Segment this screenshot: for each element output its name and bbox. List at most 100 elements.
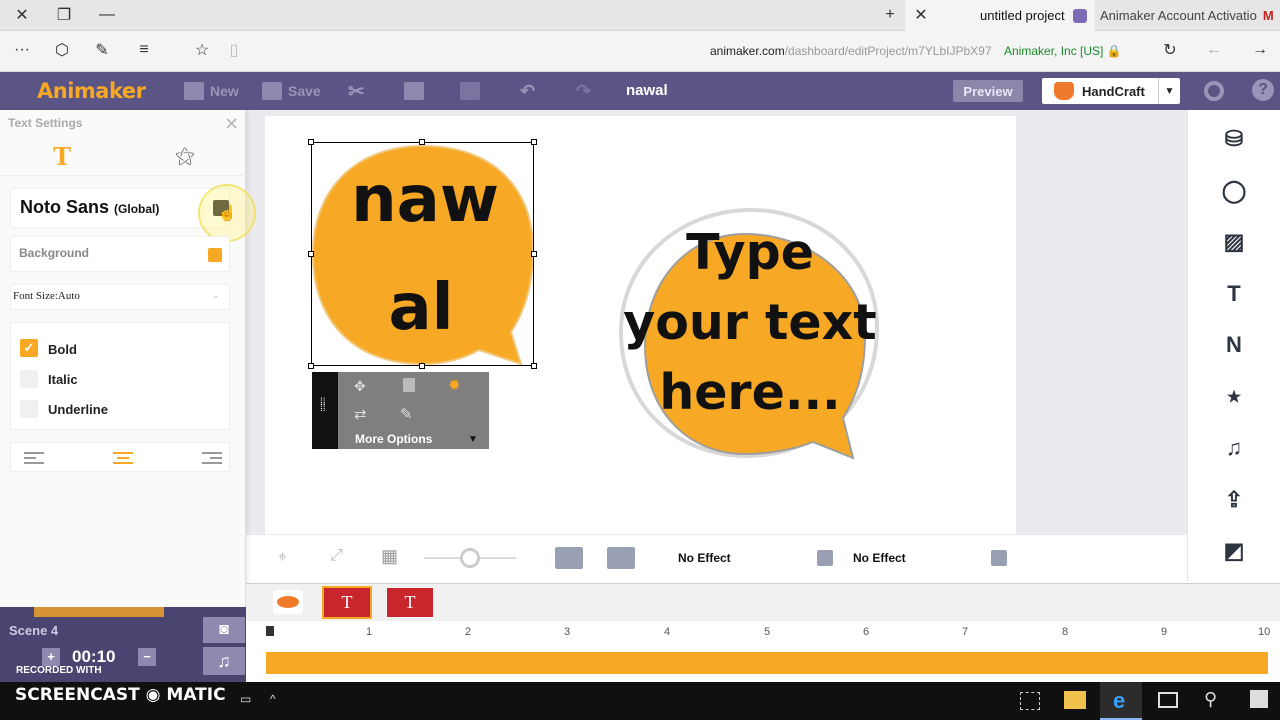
close-panel-icon[interactable]: ✕ — [224, 114, 239, 135]
more-icon[interactable]: ··· — [10, 39, 34, 61]
task-view-icon[interactable] — [1158, 692, 1178, 708]
copy-icon[interactable] — [404, 80, 424, 102]
transition-icon[interactable]: ◩ — [1222, 538, 1246, 563]
exit-effect-toggle-icon[interactable] — [991, 550, 1007, 566]
timeline-ruler[interactable] — [246, 622, 1280, 652]
close-tab-icon[interactable]: ✕ — [909, 4, 933, 26]
align-left-icon[interactable] — [24, 449, 44, 467]
mode-selector[interactable]: HandCraft ▼ — [1042, 78, 1180, 104]
exit-effect-label[interactable]: No Effect — [853, 551, 906, 565]
chevron-down-icon[interactable]: ▼ — [1158, 78, 1180, 104]
back-icon[interactable]: ← — [1202, 39, 1226, 61]
tray-chevron-icon[interactable]: ^ — [270, 692, 276, 706]
align-center-icon[interactable] — [113, 449, 133, 467]
more-options-button[interactable]: More Options — [355, 432, 432, 446]
swap-icon[interactable]: ⇄ — [354, 405, 367, 423]
settings-icon[interactable]: ✹ — [448, 376, 461, 394]
settings-gear-icon[interactable] — [1204, 81, 1224, 101]
annotate-icon[interactable]: ✎ — [90, 39, 114, 61]
resize-handle[interactable] — [308, 363, 314, 369]
resize-handle[interactable] — [419, 363, 425, 369]
save-button[interactable]: Save — [262, 80, 321, 102]
minimize-window-icon[interactable]: — — [95, 4, 119, 26]
more-options-arrow-icon[interactable]: ▼ — [468, 434, 478, 445]
tray-icon[interactable]: ▭ — [240, 692, 251, 706]
timeline-track-bar[interactable] — [266, 652, 1268, 674]
music-icon[interactable]: ♫ — [1222, 435, 1246, 460]
file-explorer-icon[interactable] — [1064, 691, 1086, 709]
resize-handle[interactable] — [419, 139, 425, 145]
undo-icon[interactable]: ↶ — [520, 80, 535, 102]
text-track-item[interactable]: T — [387, 588, 433, 617]
font-size-label: Font Size:Auto — [13, 290, 80, 302]
delete-icon[interactable] — [403, 378, 415, 392]
tab-untitled-project[interactable]: ✕ untitled project — [905, 0, 1095, 31]
cut-icon[interactable]: ✂ — [348, 80, 365, 103]
chevron-down-icon[interactable]: ⌄ — [212, 290, 220, 301]
redo-icon[interactable]: ↷ — [576, 80, 591, 102]
fit-screen-icon[interactable]: ⤢ — [330, 547, 343, 565]
bubble-text-line: Type — [686, 224, 814, 281]
bold-checkbox[interactable]: ✓ — [20, 339, 38, 357]
playhead[interactable] — [266, 626, 274, 636]
music-note-icon[interactable]: ♫ — [203, 647, 245, 675]
grid-icon[interactable]: ▦ — [381, 546, 398, 567]
font-name[interactable]: Noto Sans (Global) — [20, 197, 159, 218]
magic-wand-icon[interactable]: ⚝ — [124, 138, 246, 176]
number-icon[interactable]: N — [1222, 332, 1246, 357]
italic-checkbox[interactable] — [20, 370, 38, 388]
search-icon[interactable]: ⚲ — [1204, 689, 1217, 710]
forward-icon[interactable]: → — [1248, 39, 1272, 61]
tab-animaker-account[interactable]: Animaker Account Activatio M — [1100, 0, 1280, 31]
tab-text[interactable]: T — [0, 138, 124, 176]
snip-icon[interactable] — [1020, 692, 1040, 710]
paste-icon[interactable] — [460, 80, 480, 102]
text-track-item-selected[interactable]: T — [322, 586, 372, 619]
close-window-icon[interactable]: ✕ — [10, 4, 34, 26]
upload-icon[interactable]: ⇪ — [1222, 487, 1246, 512]
props-bulb-icon[interactable]: ◯ — [1222, 178, 1247, 203]
background-color-swatch[interactable] — [208, 248, 222, 262]
scene-thumbnail-strip[interactable] — [34, 607, 164, 617]
bold-label: Bold — [48, 342, 77, 357]
extensions-icon[interactable]: ⬡ — [50, 39, 74, 61]
reading-view-icon[interactable]: ▯ — [222, 39, 246, 61]
add-time-button[interactable]: + — [42, 648, 60, 666]
url-field[interactable]: animaker.com/dashboard/editProject/m7YLb… — [710, 44, 992, 58]
resize-handle[interactable] — [308, 139, 314, 145]
enter-effect-toggle-icon[interactable] — [817, 550, 833, 566]
play-scene-icon[interactable] — [555, 547, 583, 569]
hub-icon[interactable]: ≡ — [132, 39, 156, 61]
target-icon[interactable]: ⌖ — [278, 549, 287, 567]
favorite-star-icon[interactable]: ☆ — [190, 39, 214, 61]
resize-handle[interactable] — [531, 363, 537, 369]
new-tab-icon[interactable]: + — [878, 4, 902, 26]
help-icon[interactable]: ? — [1252, 79, 1274, 101]
background-image-icon[interactable]: ▨ — [1222, 229, 1246, 254]
character-icon[interactable]: ⛁ — [1222, 126, 1246, 151]
effects-icon[interactable]: ★ — [1222, 386, 1246, 408]
underline-checkbox[interactable] — [20, 400, 38, 418]
refresh-icon[interactable]: ↻ — [1158, 39, 1182, 61]
new-button[interactable]: New — [184, 80, 239, 102]
restore-window-icon[interactable]: ❐ — [52, 4, 76, 26]
security-label[interactable]: Animaker, Inc [US] 🔒 — [1004, 44, 1122, 58]
align-right-icon[interactable] — [202, 449, 222, 467]
text-icon[interactable]: T — [1222, 281, 1246, 306]
enter-effect-label[interactable]: No Effect — [678, 551, 731, 565]
camera-icon[interactable]: ◙ — [203, 617, 245, 643]
tick-label: 3 — [564, 626, 571, 638]
windows-start-icon[interactable] — [1250, 690, 1268, 708]
move-icon[interactable]: ✥ — [354, 378, 366, 395]
visibility-eye-icon[interactable] — [273, 590, 303, 614]
remove-time-button[interactable]: − — [138, 648, 156, 666]
drag-handle[interactable]: ⁞⁞ ⁞⁞ — [312, 372, 338, 449]
play-icon[interactable] — [607, 547, 635, 569]
resize-handle[interactable] — [531, 139, 537, 145]
project-name[interactable]: nawal — [626, 82, 668, 99]
zoom-slider-thumb[interactable] — [460, 548, 480, 568]
resize-handle[interactable] — [308, 251, 314, 257]
resize-handle[interactable] — [531, 251, 537, 257]
edit-pencil-icon[interactable]: ✎ — [400, 405, 413, 423]
preview-button[interactable]: Preview — [953, 80, 1023, 102]
